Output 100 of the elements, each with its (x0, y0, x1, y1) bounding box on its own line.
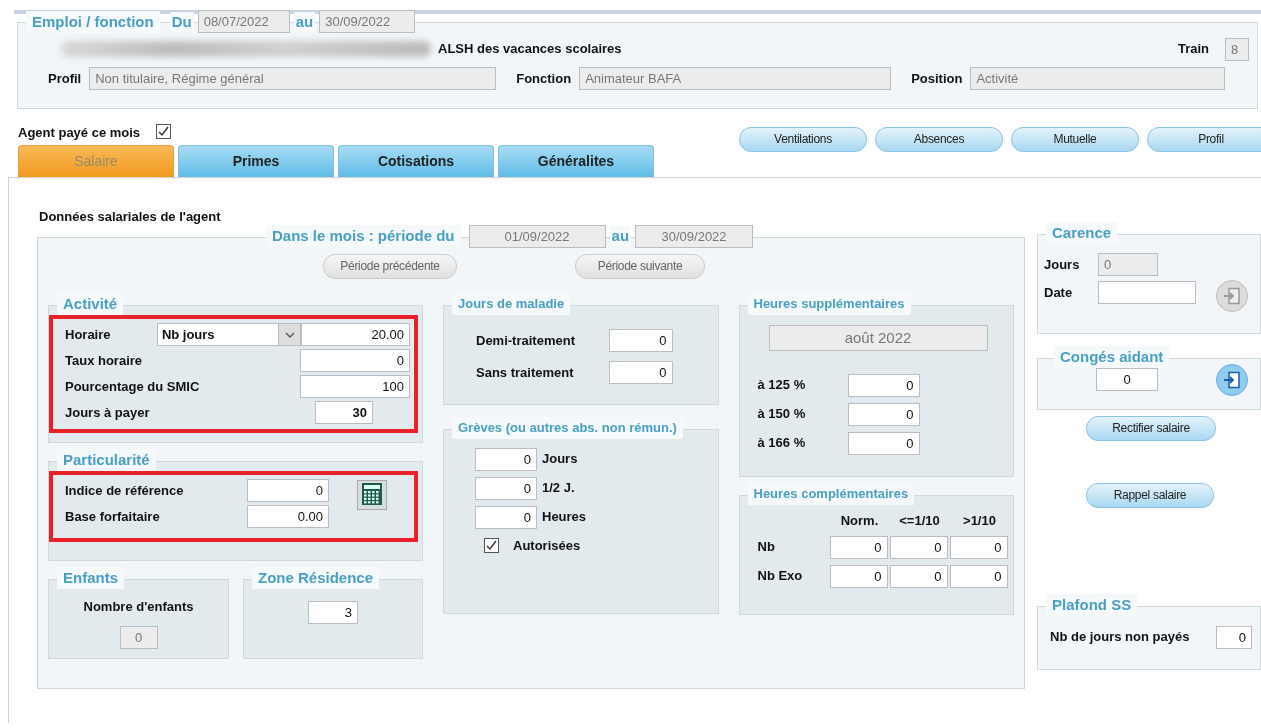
checkbox[interactable] (156, 124, 172, 139)
group-title: Emploi / fonction (26, 10, 160, 33)
previous-period-button[interactable]: Période précédente (323, 253, 457, 279)
input-field[interactable]: 0 (300, 349, 410, 372)
column-header: >1/10 (962, 511, 997, 530)
field-label: Jours à payer (65, 403, 150, 422)
action-button[interactable]: Mutuelle (1011, 127, 1139, 152)
row-label: Nb (757, 538, 776, 557)
input-field[interactable]: août 2022 (768, 324, 988, 351)
field-label: Horaire (65, 325, 112, 344)
import-button[interactable] (1216, 363, 1248, 396)
input-field[interactable]: 0 (247, 479, 329, 502)
door-arrow-icon (1223, 370, 1241, 389)
input-field[interactable]: 0 (475, 476, 537, 500)
field-label: Date (1044, 283, 1074, 302)
group-title: Activité (57, 292, 124, 315)
input-field[interactable]: Activité (970, 67, 1226, 90)
input-field[interactable]: Non titulaire, Régime général (89, 67, 497, 90)
group-title: Dans le mois : période du (266, 225, 461, 247)
column-header: Norm. (839, 511, 880, 530)
field-label: Fonction (516, 69, 572, 88)
field-label: Train (1177, 40, 1209, 59)
group-title: Carence (1046, 221, 1118, 244)
field-label: à 125 % (757, 376, 807, 395)
input-field[interactable]: 0 (847, 373, 920, 397)
input-field[interactable]: 3 (308, 600, 358, 624)
input-field[interactable]: 0 (1096, 368, 1158, 391)
checkbox[interactable] (484, 538, 499, 553)
input-field[interactable]: 0 (889, 564, 948, 588)
group-title: Enfants (57, 566, 124, 589)
action-button[interactable]: Ventilations (739, 127, 867, 152)
input-field[interactable]: 0 (475, 505, 537, 529)
field-label: Pourcentage du SMIC (65, 377, 200, 396)
next-period-button[interactable]: Période suivante (575, 253, 705, 279)
field-label: Jours (542, 450, 578, 469)
field-label: à 150 % (757, 405, 807, 424)
field-label: Sans traitement (476, 363, 574, 382)
input-field[interactable]: 0 (1216, 625, 1252, 649)
input-field[interactable]: 30/09/2022 (635, 224, 754, 248)
dropdown[interactable]: Nb jours (156, 323, 302, 346)
caret-icon (278, 324, 301, 345)
input-field[interactable]: 0 (949, 564, 1008, 588)
field-label: à 166 % (757, 434, 807, 453)
field-label: Profil (48, 69, 82, 88)
input-field[interactable]: 20.00 (301, 323, 410, 346)
salary-recall-button[interactable]: Rappel salaire (1086, 482, 1214, 508)
input-field[interactable]: 30/09/2022 (319, 10, 416, 33)
input-field[interactable]: 8 (1225, 37, 1249, 61)
input-field[interactable]: 0 (608, 361, 673, 384)
input-field[interactable]: 0 (949, 535, 1008, 559)
field-label: Du (169, 11, 194, 32)
input-field[interactable]: 0 (847, 431, 920, 455)
input-field[interactable]: Animateur BAFA (579, 67, 892, 90)
group-title: Plafond SS (1046, 593, 1138, 616)
field-label: Autorisées (513, 536, 581, 555)
rectify-salary-button[interactable]: Rectifier salaire (1086, 415, 1216, 441)
field-label: au (609, 226, 632, 246)
input-field[interactable]: 0 (475, 447, 537, 471)
input-field[interactable]: 0 (829, 564, 888, 588)
group-title: Jours de maladie (452, 292, 571, 315)
calculator-icon[interactable] (357, 479, 387, 510)
field-label: Nombre d'enfants (83, 597, 194, 616)
input-field[interactable]: 100 (300, 375, 410, 398)
service-name: ALSH des vacances scolaires (438, 40, 622, 59)
tab[interactable]: Primes (178, 145, 334, 177)
input-field[interactable]: 08/07/2022 (197, 10, 290, 33)
input-field[interactable]: 01/09/2022 (468, 224, 606, 248)
field-label: Indice de référence (65, 481, 184, 500)
door-arrow-icon (1223, 286, 1241, 305)
field-label: Heures (542, 508, 587, 527)
group-title: Particularité (57, 448, 156, 471)
group-title: Congés aidant (1054, 345, 1170, 368)
input-field[interactable] (1098, 281, 1196, 304)
field-label: Agent payé ce mois (18, 124, 141, 142)
input-field[interactable]: 30 (315, 401, 373, 424)
action-button[interactable]: Profil (1147, 127, 1261, 152)
action-button[interactable]: Absences (875, 127, 1003, 152)
tab[interactable]: Généralites (498, 145, 654, 177)
group-title: Grèves (ou autres abs. non rémun.) (452, 416, 683, 439)
group-title: Heures complémentaires (747, 482, 915, 505)
input-field[interactable]: 0 (847, 402, 920, 426)
field-label: Jours (1044, 255, 1081, 274)
tab[interactable]: Cotisations (338, 145, 494, 177)
field-label: Position (911, 69, 963, 88)
field-label: 1/2 J. (542, 479, 575, 498)
column-header: <=1/10 (898, 511, 941, 530)
field-label: Taux horaire (65, 351, 143, 370)
section-title: Données salariales de l'agent (39, 208, 222, 226)
input-field[interactable]: 0 (829, 535, 888, 559)
row-label: Nb Exo (757, 567, 804, 586)
input-field[interactable]: 0.00 (247, 505, 329, 528)
field-label: au (293, 11, 316, 32)
group-title: Heures supplémentaires (747, 292, 911, 315)
field-label: Base forfaitaire (65, 507, 160, 526)
input-field[interactable]: 0 (889, 535, 948, 559)
field-label: Nb de jours non payés (1050, 628, 1190, 647)
field-label: Demi-traitement (476, 331, 575, 350)
input-field[interactable]: 0 (608, 329, 673, 352)
group-title: Zone Résidence (252, 566, 380, 589)
input-field[interactable]: 0 (119, 626, 158, 649)
